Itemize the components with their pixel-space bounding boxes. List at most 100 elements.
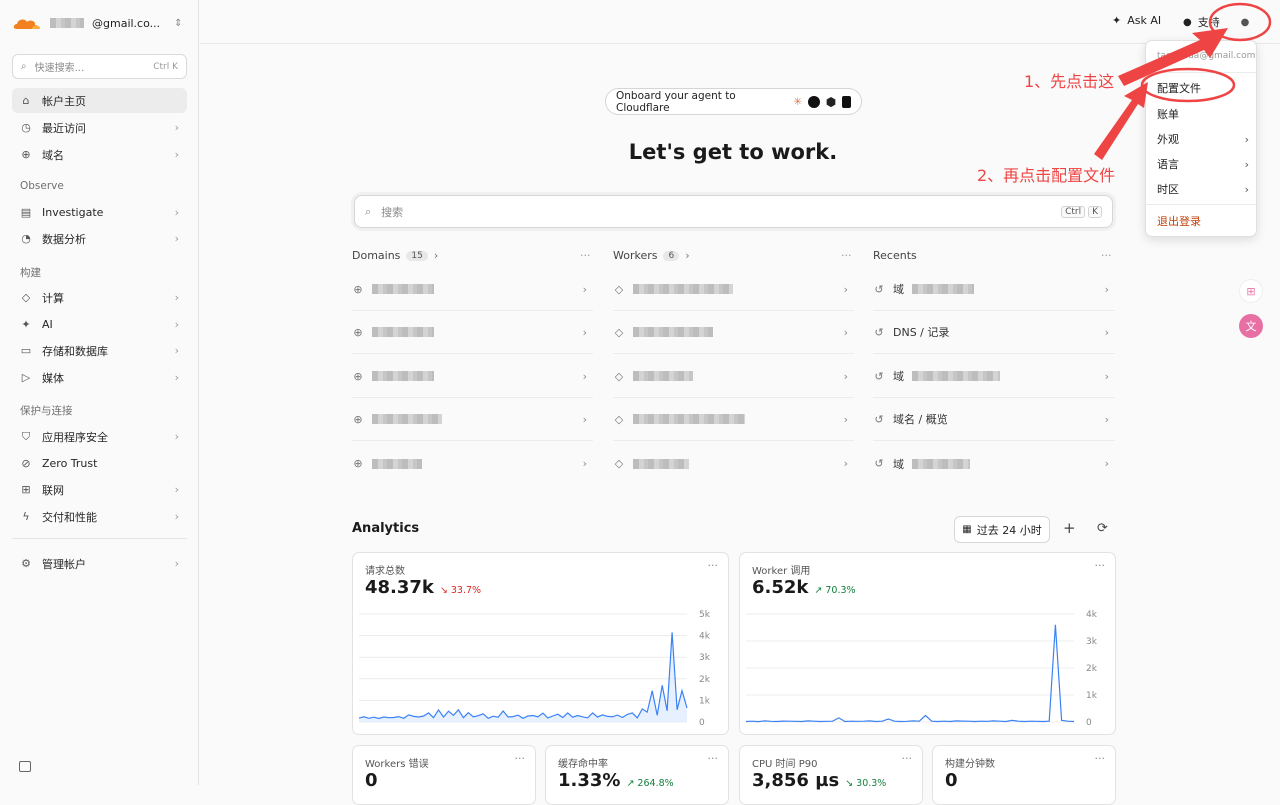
workers-header[interactable]: Workers 6 ›: [613, 249, 690, 262]
play-circle-icon: ▷: [21, 371, 31, 384]
section-build: 构建: [20, 267, 41, 279]
cube-icon: ⬢: [825, 94, 837, 109]
sparkle-icon: ✦: [1112, 14, 1122, 27]
sidebar-item-label: 联网: [42, 483, 64, 497]
menu-item-profile[interactable]: 配置文件: [1157, 80, 1249, 96]
sidebar: @gmail.co... ⇕ ⌕ 快速搜索... Ctrl K ⌂ 帐户主页 ◷ 最…: [0, 0, 199, 785]
sidebar-item-media[interactable]: ▷ 媒体 ›: [12, 365, 187, 390]
y-tick-label: 2k: [699, 675, 711, 685]
workers-more-icon[interactable]: ···: [841, 249, 852, 262]
redacted-recent: [912, 458, 970, 469]
list-item[interactable]: ◇ ›: [613, 398, 854, 441]
worker-icon: ◇: [614, 457, 624, 470]
globe-icon: ⊕: [353, 325, 363, 339]
translate-icon[interactable]: 文: [1239, 314, 1263, 338]
menu-item-appearance[interactable]: 外观 ›: [1157, 131, 1249, 147]
divider: [12, 538, 187, 539]
list-item[interactable]: ◇ ›: [613, 355, 854, 398]
analytics-title: Analytics: [352, 521, 420, 536]
more-icon[interactable]: ···: [902, 752, 913, 765]
sidebar-item-domains[interactable]: ⊕ 域名 ›: [12, 142, 187, 167]
globe-icon: ⊕: [353, 282, 363, 296]
document-search-icon: ▤: [20, 206, 32, 219]
more-icon[interactable]: ···: [515, 752, 526, 765]
redacted-recent: [912, 284, 974, 294]
menu-item-billing[interactable]: 账单: [1157, 106, 1249, 122]
sidebar-item-label: 媒体: [42, 371, 64, 385]
sidebar-item-app-security[interactable]: ⛉ 应用程序安全 ›: [12, 424, 187, 449]
list-item[interactable]: ⊕ ›: [352, 398, 593, 441]
sidebar-item-analytics[interactable]: ◔ 数据分析 ›: [12, 226, 187, 251]
card-value-text: 0: [945, 770, 958, 791]
list-item[interactable]: ⊕ ›: [352, 268, 593, 311]
add-icon[interactable]: +: [1063, 519, 1076, 537]
main-search-placeholder: 搜索: [381, 205, 404, 219]
sidebar-item-zero-trust[interactable]: ⊘ Zero Trust: [12, 451, 187, 476]
sidebar-item-label: Investigate: [42, 206, 104, 219]
list-item[interactable]: ↺ 域 ›: [873, 355, 1115, 398]
chevron-right-icon: ›: [685, 249, 690, 262]
cache-hit-card: 缓存命中率 ··· 1.33% ↗ 264.8%: [545, 745, 729, 805]
sidebar-search[interactable]: ⌕ 快速搜索... Ctrl K: [12, 54, 187, 79]
refresh-icon[interactable]: ⟳: [1097, 521, 1108, 536]
list-item[interactable]: ⊕ ›: [352, 355, 593, 398]
list-item[interactable]: ◇ ›: [613, 442, 854, 485]
sidebar-item-delivery[interactable]: ϟ 交付和性能 ›: [12, 504, 187, 529]
list-item[interactable]: ⊕ ›: [352, 311, 593, 354]
sidebar-item-home[interactable]: ⌂ 帐户主页: [12, 88, 187, 113]
account-email: @gmail.co...: [92, 16, 161, 30]
list-item[interactable]: ↺ 域 ›: [873, 442, 1115, 485]
sidebar-item-investigate[interactable]: ▤ Investigate ›: [12, 200, 187, 225]
chevron-right-icon: ›: [582, 325, 587, 339]
chevron-right-icon: ›: [174, 148, 179, 161]
onboard-agent-button[interactable]: Onboard your agent to Cloudflare ✳ ⬢: [605, 88, 862, 115]
menu-item-timezone[interactable]: 时区 ›: [1157, 181, 1249, 197]
divider: [1146, 72, 1258, 73]
list-item[interactable]: ↺ DNS / 记录 ›: [873, 311, 1115, 354]
redacted-domain: [372, 327, 434, 337]
sidebar-item-recent[interactable]: ◷ 最近访问 ›: [12, 115, 187, 140]
divider: [1146, 204, 1258, 205]
sidebar-item-ai[interactable]: ✦ AI ›: [12, 312, 187, 337]
list-item[interactable]: ↺ 域名 / 概览 ›: [873, 398, 1115, 441]
card-value-text: 0: [365, 770, 378, 791]
menu-item-language[interactable]: 语言 ›: [1157, 156, 1249, 172]
section-observe: Observe: [20, 180, 64, 192]
sidebar-item-manage-account[interactable]: ⚙ 管理帐户 ›: [12, 551, 187, 576]
home-icon: ⌂: [22, 94, 30, 107]
shield-icon: ⛉: [21, 429, 31, 443]
recents-title: Recents: [873, 249, 917, 262]
main-search-input[interactable]: ⌕ 搜索 Ctrl K: [354, 195, 1113, 228]
recents-more-icon[interactable]: ···: [1101, 249, 1112, 262]
list-item[interactable]: ◇ ›: [613, 311, 854, 354]
redacted-domain: [372, 414, 442, 424]
more-icon[interactable]: ···: [708, 752, 719, 765]
time-range-select[interactable]: ▦ 过去 24 小时: [954, 516, 1050, 543]
domains-header[interactable]: Domains 15 ›: [352, 249, 438, 262]
support-button[interactable]: ● 支持: [1183, 14, 1220, 30]
menu-item-logout[interactable]: 退出登录: [1157, 213, 1249, 229]
y-tick-label: 0: [1086, 718, 1092, 728]
sidebar-item-compute[interactable]: ◇ 计算 ›: [12, 285, 187, 310]
sidebar-toggle-icon[interactable]: [19, 761, 31, 772]
account-switcher[interactable]: @gmail.co... ⇕: [12, 12, 183, 34]
ask-ai-button[interactable]: ✦ Ask AI: [1112, 14, 1161, 27]
user-avatar-button[interactable]: ●: [1236, 13, 1254, 31]
user-email: taoyouda@gmail.com: [1157, 51, 1256, 61]
sidebar-item-storage[interactable]: ▭ 存储和数据库 ›: [12, 338, 187, 363]
card-delta: ↘ 30.3%: [845, 778, 887, 789]
apps-icon[interactable]: ⊞: [1239, 279, 1263, 303]
chevron-right-icon: ›: [174, 206, 179, 219]
list-item[interactable]: ⊕ ›: [352, 442, 593, 485]
chevron-right-icon: ›: [1104, 325, 1109, 339]
sidebar-item-networking[interactable]: ⊞ 联网 ›: [12, 477, 187, 502]
redacted-domain: [372, 458, 422, 469]
domains-title: Domains: [352, 249, 401, 262]
more-icon[interactable]: ···: [1095, 752, 1106, 765]
domains-more-icon[interactable]: ···: [580, 249, 591, 262]
y-tick-label: 1k: [699, 696, 711, 706]
claude-icon: ✳: [793, 95, 803, 108]
list-item[interactable]: ◇ ›: [613, 268, 854, 311]
globe-icon: ⊕: [21, 148, 31, 161]
list-item[interactable]: ↺ 域 ›: [873, 268, 1115, 311]
